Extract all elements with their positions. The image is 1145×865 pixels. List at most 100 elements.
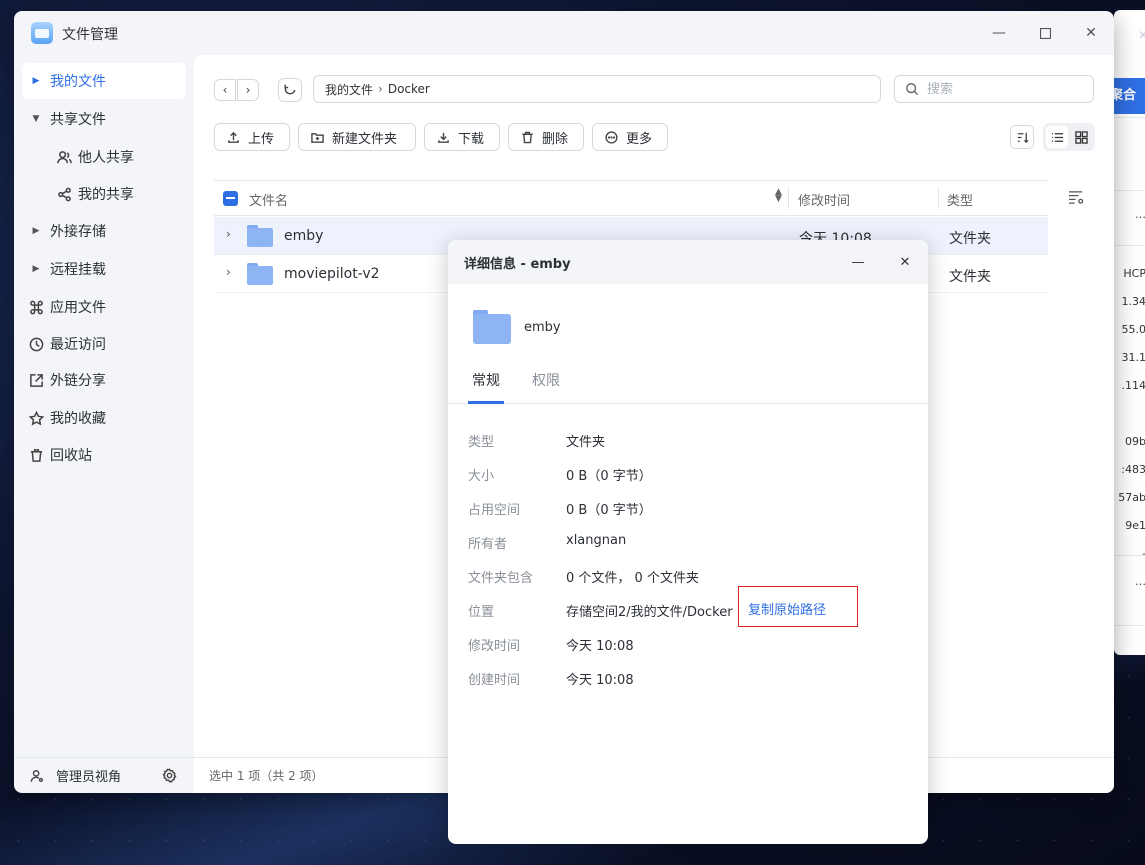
close-button[interactable]: ✕ bbox=[1080, 22, 1102, 44]
prop-size-value: 0 B（0 字节） bbox=[566, 469, 652, 484]
prop-contains-label: 文件夹包含 bbox=[468, 571, 534, 586]
prop-size-label: 大小 bbox=[468, 469, 495, 484]
column-divider bbox=[938, 187, 939, 209]
tab-permissions[interactable]: 权限 bbox=[532, 370, 560, 390]
more-button[interactable]: 更多 bbox=[592, 123, 668, 151]
selection-status: 选中 1 项（共 2 项） bbox=[209, 769, 324, 783]
search-box[interactable] bbox=[894, 75, 1094, 103]
sidebar-item-my-files[interactable]: ▶ 我的文件 bbox=[22, 63, 186, 99]
maximize-button[interactable] bbox=[1034, 22, 1056, 44]
new-folder-icon bbox=[311, 132, 324, 143]
background-window: 聚合 … HCP 1.34 55.0 31.1 .114 09b :483 57… bbox=[1114, 10, 1145, 655]
dialog-minimize-button[interactable]: — bbox=[848, 252, 868, 272]
settings-gear-icon[interactable] bbox=[162, 768, 177, 783]
details-dialog: 详细信息 - emby — ✕ emby 常规 权限 类型 文件夹 大小 0 B… bbox=[448, 240, 928, 844]
admin-view-toggle[interactable]: 管理员视角 bbox=[14, 757, 194, 793]
sidebar-item-favorites[interactable]: 我的收藏 bbox=[22, 400, 186, 436]
breadcrumb-root[interactable]: 我的文件 bbox=[325, 81, 373, 98]
upload-icon bbox=[228, 131, 239, 143]
star-icon bbox=[22, 410, 50, 426]
new-folder-button[interactable]: 新建文件夹 bbox=[298, 123, 416, 151]
prop-contains-value: 0 个文件， 0 个文件夹 bbox=[566, 571, 699, 586]
prop-modified-label: 修改时间 bbox=[468, 639, 521, 654]
prop-type-label: 类型 bbox=[468, 435, 495, 450]
breadcrumb-separator-icon: › bbox=[378, 82, 383, 96]
column-settings-button[interactable] bbox=[1068, 190, 1085, 209]
caret-right-icon: ▶ bbox=[32, 226, 40, 236]
sidebar-item-shared-files[interactable]: ▼ 共享文件 bbox=[22, 101, 186, 137]
share-icon bbox=[50, 187, 78, 202]
copy-original-path-link[interactable]: 复制原始路径 bbox=[738, 586, 858, 627]
list-view-button[interactable] bbox=[1046, 126, 1068, 148]
trash-icon bbox=[522, 131, 533, 143]
delete-button[interactable]: 删除 bbox=[508, 123, 584, 151]
select-all-checkbox[interactable] bbox=[223, 191, 238, 206]
sidebar-item-recent[interactable]: 最近访问 bbox=[22, 326, 186, 362]
sidebar-item-external-storage[interactable]: ▶ 外接存储 bbox=[22, 213, 186, 249]
back-button[interactable]: ‹ bbox=[214, 79, 236, 101]
users-icon bbox=[50, 150, 78, 165]
grid-icon bbox=[1074, 130, 1088, 144]
column-settings-icon bbox=[1069, 191, 1084, 204]
prop-location-label: 位置 bbox=[468, 605, 495, 620]
prop-owner-label: 所有者 bbox=[468, 537, 508, 552]
refresh-button[interactable] bbox=[278, 78, 302, 102]
admin-user-icon bbox=[30, 769, 46, 783]
list-icon bbox=[1051, 132, 1063, 142]
column-divider bbox=[788, 187, 789, 209]
breadcrumb-current[interactable]: Docker bbox=[388, 82, 430, 96]
sort-arrows-icon[interactable]: ▲ ▼ bbox=[775, 188, 782, 204]
prop-modified-value: 今天 10:08 bbox=[566, 639, 634, 654]
file-name: moviepilot-v2 bbox=[284, 266, 380, 282]
search-icon bbox=[906, 83, 919, 96]
forward-button[interactable]: › bbox=[237, 79, 259, 101]
command-icon bbox=[22, 300, 50, 315]
background-values: HCP 1.34 55.0 31.1 .114 09b :483 57ab 9e… bbox=[1118, 267, 1145, 560]
sidebar-item-shared-with-me[interactable]: 他人共享 bbox=[22, 139, 186, 175]
file-name: emby bbox=[284, 228, 324, 244]
download-button[interactable]: 下载 bbox=[424, 123, 500, 151]
sidebar-item-my-shares[interactable]: 我的共享 bbox=[22, 176, 186, 212]
background-aggregate-button[interactable]: 聚合 bbox=[1114, 78, 1145, 114]
view-mode-toggle bbox=[1043, 123, 1095, 151]
prop-owner-value: xlangnan bbox=[566, 533, 627, 548]
dialog-close-button[interactable]: ✕ bbox=[895, 252, 915, 272]
prop-created-value: 今天 10:08 bbox=[566, 673, 634, 688]
file-type: 文件夹 bbox=[949, 269, 991, 285]
prop-used-label: 占用空间 bbox=[468, 503, 521, 518]
file-manager-app-icon bbox=[31, 22, 53, 44]
dialog-title: 详细信息 - emby bbox=[464, 256, 571, 272]
sort-icon bbox=[1017, 132, 1029, 143]
search-input[interactable] bbox=[927, 81, 1077, 97]
sidebar-item-remote-mount[interactable]: ▶ 远程挂载 bbox=[22, 251, 186, 287]
caret-right-icon: ▶ bbox=[32, 264, 40, 274]
background-close-icon[interactable]: ✕ bbox=[1138, 28, 1145, 42]
prop-used-value: 0 B（0 字节） bbox=[566, 503, 652, 518]
folder-icon bbox=[247, 225, 273, 247]
column-modified-header[interactable]: 修改时间 bbox=[798, 190, 850, 209]
tab-general[interactable]: 常规 bbox=[472, 370, 500, 390]
background-more-icon: … bbox=[1135, 208, 1145, 221]
folder-icon bbox=[247, 263, 273, 285]
sidebar-item-recycle-bin[interactable]: 回收站 bbox=[22, 437, 186, 473]
sort-button[interactable] bbox=[1010, 125, 1034, 149]
sidebar-item-app-files[interactable]: 应用文件 bbox=[22, 289, 186, 325]
prop-type-value: 文件夹 bbox=[566, 435, 606, 450]
sidebar-item-link-shares[interactable]: 外链分享 bbox=[22, 362, 186, 398]
minimize-button[interactable]: — bbox=[988, 22, 1010, 44]
sidebar: ▶ 我的文件 ▼ 共享文件 他人共享 我的共享 ▶ 外接存储 ▶ 远程挂载 应用… bbox=[14, 55, 194, 793]
title-bar: 文件管理 — ✕ bbox=[14, 11, 1114, 55]
trash-icon bbox=[22, 448, 50, 463]
dialog-item-name: emby bbox=[524, 320, 561, 335]
expand-chevron-icon[interactable]: › bbox=[226, 265, 231, 279]
column-type-header[interactable]: 类型 bbox=[947, 190, 973, 209]
expand-chevron-icon[interactable]: › bbox=[226, 227, 231, 241]
breadcrumb[interactable]: 我的文件 › Docker bbox=[313, 75, 881, 103]
active-tab-indicator bbox=[468, 401, 504, 404]
grid-view-button[interactable] bbox=[1070, 126, 1092, 148]
folder-icon bbox=[473, 310, 511, 344]
column-name-header[interactable]: 文件名 bbox=[249, 190, 288, 209]
external-share-icon bbox=[22, 373, 50, 388]
upload-button[interactable]: 上传 bbox=[214, 123, 290, 151]
file-type: 文件夹 bbox=[949, 231, 991, 247]
